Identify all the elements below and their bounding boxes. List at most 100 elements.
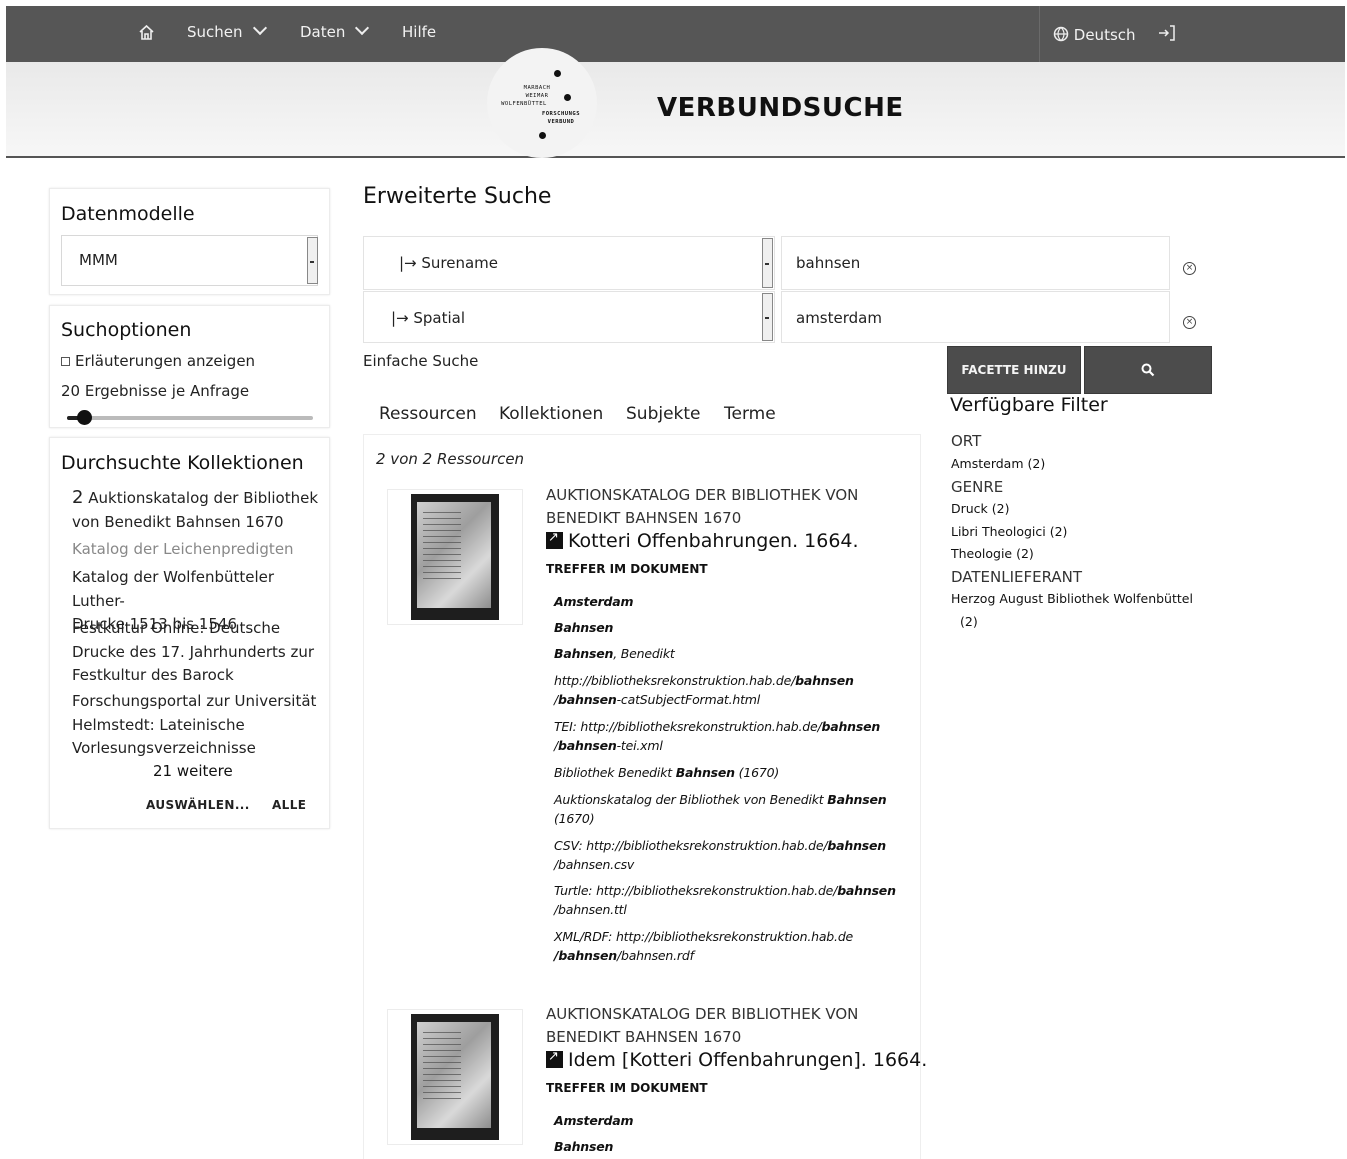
more-collections-link[interactable]: 21 weitere [153, 762, 233, 780]
datamodels-panel: Datenmodelle MMM [49, 188, 330, 295]
result-title-link[interactable]: Idem [Kotteri Offenbahrungen]. 1664. [546, 1049, 927, 1071]
criterion-value-input[interactable]: bahnsen [781, 236, 1170, 290]
select-arrow-icon[interactable] [762, 238, 773, 288]
nav-search-label: Suchen [187, 23, 243, 41]
all-collections-button[interactable]: ALLE [272, 798, 306, 812]
hit-text: CSV: http://bibliotheksrekonstruktion.ha… [554, 838, 828, 853]
hit-text: -catSubjectFormat.html [616, 692, 761, 707]
filter-heading-place: ORT [951, 432, 982, 450]
hit-text: bahnsen [558, 738, 617, 753]
result-collection-line: AUKTIONSKATALOG DER BIBLIOTHEK VON [546, 1005, 859, 1023]
nav-data-menu[interactable]: Daten [300, 20, 370, 41]
hit-text: -tei.xml [616, 738, 663, 753]
hit-item[interactable]: TEI: http://bibliotheksrekonstruktion.ha… [554, 717, 899, 755]
hit-text: http://bibliotheksrekonstruktion.hab.de/ [554, 673, 796, 688]
hit-item: Auktionskatalog der Bibliothek von Bened… [554, 790, 899, 828]
select-arrow-icon[interactable] [762, 293, 773, 341]
collection-item[interactable]: Festkultur Online: Deutsche Drucke des 1… [72, 617, 322, 688]
hit-item[interactable]: XML/RDF: http://bibliotheksrekonstruktio… [554, 927, 899, 965]
hit-text: /bahnsen.rdf [616, 948, 694, 963]
datamodel-select[interactable]: MMM [61, 235, 318, 286]
collections-title: Durchsuchte Kollektionen [61, 452, 304, 474]
logo-text-verbund: VERBUND [547, 119, 575, 125]
tab-resources[interactable]: Ressourcen [379, 404, 477, 424]
result-thumbnail[interactable] [387, 1009, 523, 1145]
hit-text: /bahnsen.csv [554, 857, 635, 872]
collection-line: Auktionskatalog der Bibliothek [88, 489, 319, 507]
login-icon[interactable] [1158, 25, 1176, 45]
language-selector[interactable]: Deutsch [1053, 24, 1136, 44]
search-button[interactable] [1084, 346, 1212, 394]
criterion-field-label: |→ Spatial [391, 309, 466, 327]
result-collection: AUKTIONSKATALOG DER BIBLIOTHEK VON BENED… [546, 484, 866, 530]
collection-line: Festkultur Online: Deutsche [72, 619, 281, 637]
slider-handle[interactable] [77, 410, 93, 425]
nav-data-label: Daten [300, 23, 346, 41]
home-icon[interactable] [138, 24, 155, 45]
hits-label: TREFFER IM DOKUMENT [546, 1081, 708, 1095]
logo[interactable]: MARBACH WEIMAR WOLFENBÜTTEL FORSCHUNGS V… [487, 48, 597, 158]
criterion-field-label: |→ Surename [399, 254, 499, 272]
simple-search-link[interactable]: Einfache Suche [363, 352, 478, 370]
explain-checkbox[interactable] [61, 357, 70, 366]
logo-text-forschungs: FORSCHUNGS [541, 111, 581, 117]
collection-line: Forschungsportal zur Universität [72, 692, 317, 710]
result-thumbnail[interactable] [387, 489, 523, 625]
globe-icon [1053, 26, 1069, 42]
remove-criterion-icon[interactable]: × [1183, 316, 1196, 329]
collection-count: 2 [72, 487, 84, 508]
hit-item[interactable]: http://bibliotheksrekonstruktion.hab.de/… [554, 671, 899, 709]
filter-item-count[interactable]: (2) [960, 614, 978, 629]
criterion-value: bahnsen [796, 254, 861, 272]
collection-item[interactable]: Forschungsportal zur Universität Helmste… [72, 690, 322, 761]
collection-item[interactable]: 2 Auktionskatalog der Bibliothek von Ben… [72, 486, 322, 534]
hit-text: Bahnsen [554, 1139, 614, 1154]
datamodel-selected: MMM [79, 251, 118, 269]
page-title: VERBUNDSUCHE [657, 93, 904, 123]
criterion-value-input[interactable]: amsterdam [781, 291, 1170, 343]
hit-text: Auktionskatalog der Bibliothek von Bened… [554, 792, 828, 807]
tab-subjects[interactable]: Subjekte [626, 404, 701, 424]
nav-search-menu[interactable]: Suchen [187, 20, 267, 41]
filter-item[interactable]: Druck (2) [951, 501, 1009, 516]
hit-item[interactable]: Turtle: http://bibliotheksrekonstruktion… [554, 881, 899, 919]
filter-item[interactable]: Libri Theologici (2) [951, 524, 1067, 539]
hit-item: Bibliothek Benedikt Bahnsen (1670) [554, 763, 899, 782]
filter-item[interactable]: Herzog August Bibliothek Wolfenbüttel [951, 591, 1193, 606]
hit-text: /bahnsen [554, 948, 617, 963]
per-page-slider[interactable] [67, 410, 313, 425]
hit-text: (1670) [554, 811, 595, 826]
hit-item: Bahnsen [554, 1137, 899, 1156]
filter-heading-provider: DATENLIEFERANT [951, 568, 1083, 586]
criterion-field-select[interactable]: |→ Surename [363, 236, 775, 290]
nav-help-link[interactable]: Hilfe [402, 23, 436, 41]
hits-label: TREFFER IM DOKUMENT [546, 562, 708, 576]
hit-item: Bahnsen [554, 618, 899, 637]
result-count: 2 von 2 Ressourcen [376, 450, 525, 468]
remove-criterion-icon[interactable]: × [1183, 262, 1196, 275]
collection-line: Festkultur des Barock [72, 666, 234, 684]
hit-text: TEI: http://bibliotheksrekonstruktion.ha… [554, 719, 822, 734]
searchoptions-title: Suchoptionen [61, 319, 192, 341]
hit-text: (1670) [734, 765, 780, 780]
add-facet-button[interactable]: FACETTE HINZU [947, 346, 1081, 394]
filter-item[interactable]: Theologie (2) [951, 546, 1034, 561]
tab-terms[interactable]: Terme [724, 404, 776, 424]
result-title-link[interactable]: Kotteri Offenbahrungen. 1664. [546, 530, 859, 552]
hit-item[interactable]: CSV: http://bibliotheksrekonstruktion.ha… [554, 836, 899, 874]
chevron-down-icon [252, 20, 267, 36]
tab-collections[interactable]: Kollektionen [499, 404, 603, 424]
criterion-field-select[interactable]: |→ Spatial [363, 291, 775, 343]
logo-text-wolfenbuettel: WOLFENBÜTTEL [501, 101, 547, 107]
collection-item[interactable]: Katalog der Leichenpredigten [72, 538, 322, 562]
explain-label: Erläuterungen anzeigen [75, 352, 256, 370]
select-arrow-icon[interactable] [307, 237, 318, 284]
logo-dot [539, 132, 546, 139]
collection-line: von Benedikt Bahnsen 1670 [72, 512, 284, 531]
select-collections-button[interactable]: AUSWÄHLEN... [146, 798, 250, 812]
hit-text: Bahnsen [675, 765, 735, 780]
top-navbar: Suchen Daten Hilfe Deutsch [6, 6, 1345, 62]
hit-text: bahnsen [795, 673, 854, 688]
filter-item[interactable]: Amsterdam (2) [951, 456, 1045, 471]
per-page-label: 20 Ergebnisse je Anfrage [61, 382, 250, 400]
